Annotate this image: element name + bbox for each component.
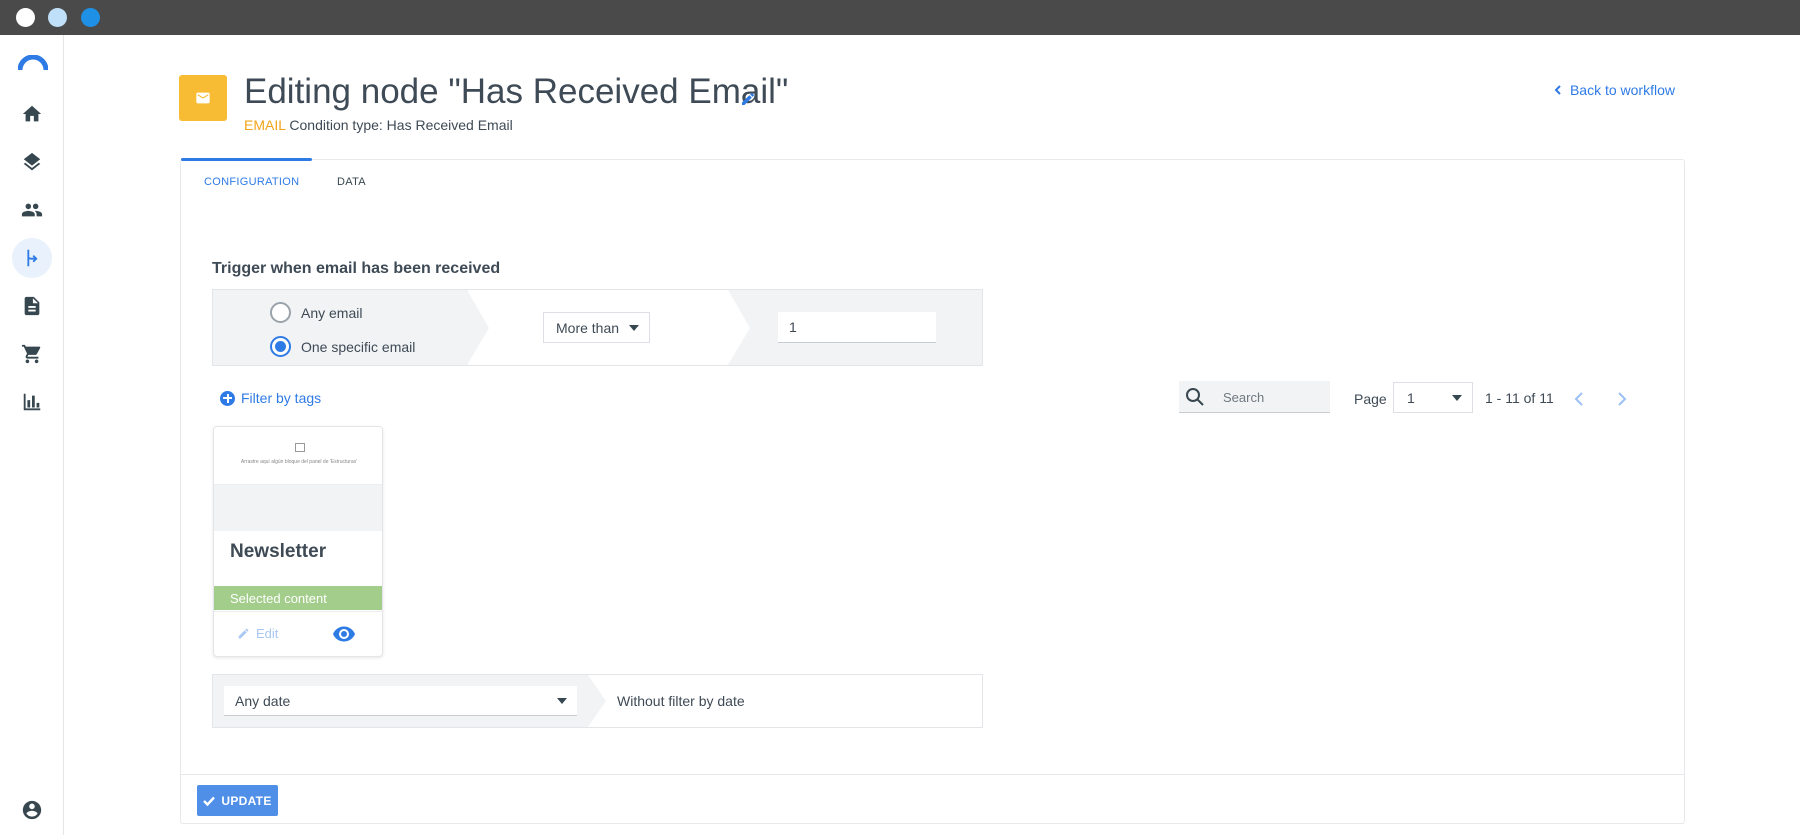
card-footer: UPDATE (181, 774, 1684, 824)
page-select[interactable]: 1 (1393, 382, 1473, 413)
email-node-badge (179, 75, 227, 121)
filter-by-tags-button[interactable]: Filter by tags (220, 390, 321, 406)
back-to-workflow-link[interactable]: Back to workflow (1553, 82, 1675, 98)
template-card[interactable]: Arrastre aquí algún bloque del panel de … (213, 426, 383, 657)
trigger-section-title: Trigger when email has been received (212, 260, 501, 277)
config-card: CONFIGURATION DATA Trigger when email ha… (180, 158, 1685, 824)
sidebar-item-account[interactable] (12, 790, 52, 830)
window-minimize-button[interactable] (48, 8, 67, 27)
sidebar-item-layers[interactable] (12, 142, 52, 182)
filter-tags-label: Filter by tags (241, 390, 322, 406)
page-value: 1 (1407, 389, 1415, 406)
condition-type: Condition type: Has Received Email (289, 117, 513, 133)
radio-button[interactable] (270, 302, 291, 323)
edit-template-button[interactable]: Edit (237, 626, 278, 641)
template-actions: Edit (214, 611, 382, 656)
tab-configuration[interactable]: CONFIGURATION (204, 160, 299, 204)
preview-template-button[interactable] (332, 625, 356, 643)
pencil-icon (742, 92, 755, 105)
pencil-icon (238, 628, 249, 639)
eye-icon (333, 626, 355, 642)
date-filter-description: Without filter by date (617, 693, 745, 709)
check-icon (203, 796, 216, 806)
people-icon (21, 203, 43, 217)
pagination-range: 1 - 11 of 11 (1485, 390, 1554, 406)
radio-label: Any email (301, 304, 363, 321)
bar-chart-icon (23, 393, 41, 411)
sidebar-item-workflows[interactable] (12, 238, 52, 278)
image-placeholder-icon (295, 443, 305, 452)
caret-down-icon (1452, 395, 1462, 401)
chevron-right-icon (1618, 392, 1627, 406)
sidebar-item-home[interactable] (12, 94, 52, 134)
comparison-segment: More than (467, 290, 750, 365)
template-name: Newsletter (230, 541, 327, 562)
layers-icon (23, 152, 41, 171)
count-input[interactable] (778, 312, 936, 343)
channel-tag: EMAIL (244, 117, 286, 133)
add-circle-icon (220, 390, 235, 406)
radio-any-email[interactable]: Any email (270, 302, 362, 323)
cart-icon (21, 344, 41, 364)
edit-title-button[interactable] (740, 91, 756, 107)
radio-button-selected[interactable] (270, 336, 291, 357)
window-close-button[interactable] (16, 8, 35, 27)
date-select-segment: Any date (213, 675, 606, 727)
radio-specific-email[interactable]: One specific email (270, 336, 415, 357)
search-input[interactable] (1223, 387, 1323, 407)
window-maximize-button[interactable] (81, 8, 100, 27)
date-filter-row: Any date Without filter by date (212, 674, 983, 728)
back-link-label: Back to workflow (1569, 82, 1675, 98)
caret-down-icon (557, 698, 567, 704)
update-label: UPDATE (221, 793, 272, 808)
sidebar-item-documents[interactable] (12, 286, 52, 326)
caret-down-icon (629, 325, 639, 331)
app-logo-icon[interactable] (18, 55, 48, 71)
sidebar-item-contacts[interactable] (12, 190, 52, 230)
page-label: Page (1354, 391, 1387, 407)
sidebar (0, 35, 64, 835)
next-page-button[interactable] (1617, 392, 1631, 406)
update-button[interactable]: UPDATE (197, 785, 278, 816)
chevron-left-icon (1574, 392, 1583, 406)
date-select-value: Any date (235, 692, 291, 709)
search-icon (1186, 388, 1204, 406)
sidebar-item-reports[interactable] (12, 382, 52, 422)
comparison-select[interactable]: More than (543, 312, 650, 343)
selected-content-badge: Selected content (214, 586, 382, 610)
chevron-left-icon (1554, 85, 1561, 95)
window-titlebar (0, 0, 1800, 35)
account-icon (22, 800, 42, 820)
previous-page-button[interactable] (1574, 392, 1588, 406)
document-icon (24, 296, 40, 316)
search-field[interactable] (1179, 381, 1330, 413)
template-preview: Arrastre aquí algún bloque del panel de … (214, 427, 382, 485)
workflow-icon (27, 249, 38, 267)
preview-text: Arrastre aquí algún bloque del panel de … (240, 459, 358, 465)
trigger-conditions: More than Any email One specific email (212, 289, 983, 366)
date-select[interactable]: Any date (224, 686, 577, 716)
sidebar-item-shop[interactable] (12, 334, 52, 374)
comparison-value: More than (556, 319, 620, 336)
radio-label: One specific email (301, 338, 416, 355)
template-preview-body (214, 485, 382, 531)
home-icon (22, 105, 42, 122)
edit-label: Edit (256, 626, 279, 641)
tab-data[interactable]: DATA (337, 160, 366, 204)
page-title: Editing node "Has Received Email" (244, 72, 789, 111)
envelope-icon (196, 92, 210, 104)
node-subtitle: EMAIL Condition type: Has Received Email (244, 117, 513, 133)
